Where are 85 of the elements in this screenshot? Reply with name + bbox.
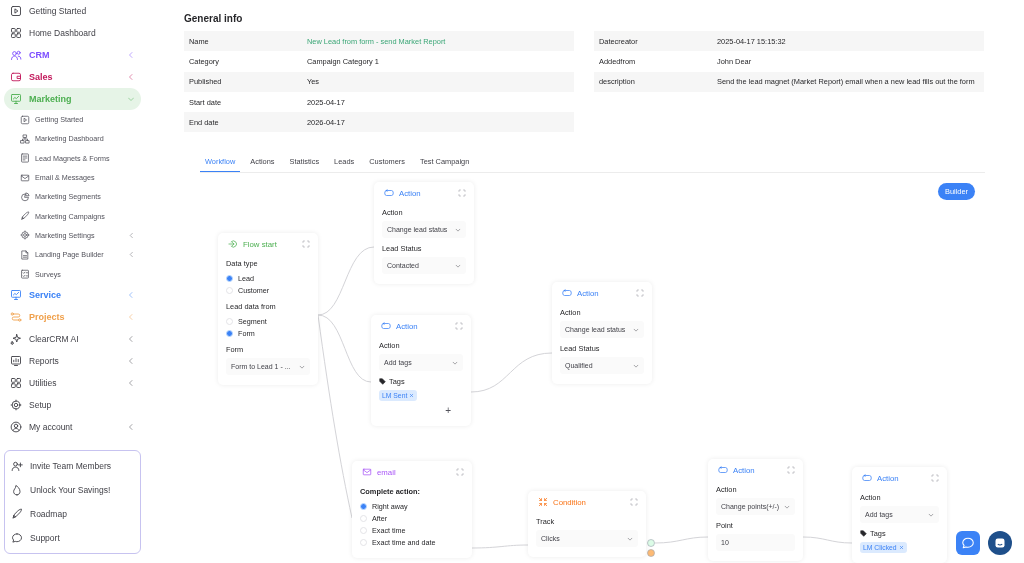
monitor-icon <box>10 93 22 105</box>
nav-item[interactable]: Sales <box>4 66 141 88</box>
nav-item[interactable]: Setup <box>4 393 141 416</box>
chevron-left-icon <box>128 251 135 259</box>
footer-link[interactable]: Roadmap <box>5 501 140 526</box>
chevron-left-icon <box>127 356 135 365</box>
close-icon <box>409 393 415 399</box>
play-icon <box>10 5 22 17</box>
expand-icon <box>931 474 939 483</box>
connector-line <box>654 537 709 544</box>
chat-button[interactable] <box>956 531 980 555</box>
monitor-icon <box>10 288 22 301</box>
chevron-down-icon <box>127 95 135 103</box>
add-button[interactable]: + <box>443 405 453 417</box>
footer-link[interactable]: Support <box>5 525 140 550</box>
chevron-left-icon <box>127 51 135 59</box>
loop-icon <box>384 188 394 199</box>
user-plus-icon <box>11 459 23 472</box>
inbox-icon <box>994 537 1006 549</box>
tag-icon <box>379 378 386 386</box>
chevron-left-icon <box>127 334 135 343</box>
expand-icon <box>458 189 466 198</box>
gear-icon <box>10 398 22 411</box>
nav-item[interactable]: Reports <box>4 349 141 372</box>
messenger-button[interactable] <box>988 531 1012 555</box>
chevron-down-icon <box>627 536 633 542</box>
arrows-icon <box>538 497 548 508</box>
page-icon <box>20 249 30 260</box>
chevron-left-icon <box>127 290 135 299</box>
sitemap-icon <box>20 133 30 144</box>
chevron-down-icon <box>633 363 639 369</box>
nav-item[interactable]: Service <box>4 283 141 306</box>
checklist-icon <box>20 269 30 279</box>
envelope-icon <box>362 467 372 478</box>
nav-item[interactable]: Home Dashboard <box>4 22 141 44</box>
expand-icon <box>787 466 795 475</box>
chevron-down-icon <box>928 512 934 518</box>
chevron-down-icon <box>299 364 305 370</box>
loop-icon <box>718 465 728 476</box>
chart-icon <box>10 354 22 367</box>
envelope-icon <box>20 172 30 183</box>
chevron-down-icon <box>455 263 461 269</box>
footer-link[interactable]: Unlock Your Savings! <box>5 477 140 502</box>
nav-item[interactable]: My account <box>4 415 141 438</box>
chat-icon <box>11 531 23 544</box>
nav-item[interactable]: Getting Started <box>4 0 141 22</box>
section-title: General info <box>184 12 244 26</box>
chevron-left-icon <box>127 312 135 321</box>
connector-line <box>802 537 853 544</box>
chevron-left-icon <box>128 231 135 239</box>
form-icon <box>20 153 30 164</box>
footer-link[interactable]: Invite Team Members <box>5 453 140 478</box>
nav-item[interactable]: CRM <box>4 44 141 66</box>
user-icon <box>10 420 22 433</box>
enter-icon <box>228 239 238 250</box>
expand-icon <box>630 498 638 507</box>
chevron-down-icon <box>452 360 458 366</box>
chevron-down-icon <box>455 227 461 233</box>
chat-icon <box>961 536 975 550</box>
nav-item[interactable]: Utilities <box>4 371 141 394</box>
wallet-icon <box>10 71 22 83</box>
close-icon <box>898 545 904 551</box>
nav-item[interactable]: ClearCRM AI <box>4 327 141 350</box>
pie-icon <box>20 191 30 202</box>
chevron-left-icon <box>127 422 135 431</box>
expand-icon <box>302 240 310 249</box>
people-icon <box>10 49 22 61</box>
expand-icon <box>456 468 464 477</box>
loop-icon <box>862 473 872 484</box>
gear-icon <box>20 230 30 241</box>
grid-icon <box>10 27 22 39</box>
grid-icon <box>10 376 22 389</box>
loop-icon <box>562 288 572 299</box>
connector-line <box>471 545 529 549</box>
chevron-down-icon <box>633 327 639 333</box>
chevron-left-icon <box>127 73 135 81</box>
expand-icon <box>636 289 644 298</box>
expand-icon <box>455 322 463 331</box>
play-icon <box>20 114 30 125</box>
tag-icon <box>860 530 867 538</box>
sparkle-icon <box>10 332 22 345</box>
route-icon <box>10 310 22 323</box>
chevron-left-icon <box>127 378 135 387</box>
loop-icon <box>381 321 391 332</box>
chevron-down-icon <box>784 504 790 510</box>
